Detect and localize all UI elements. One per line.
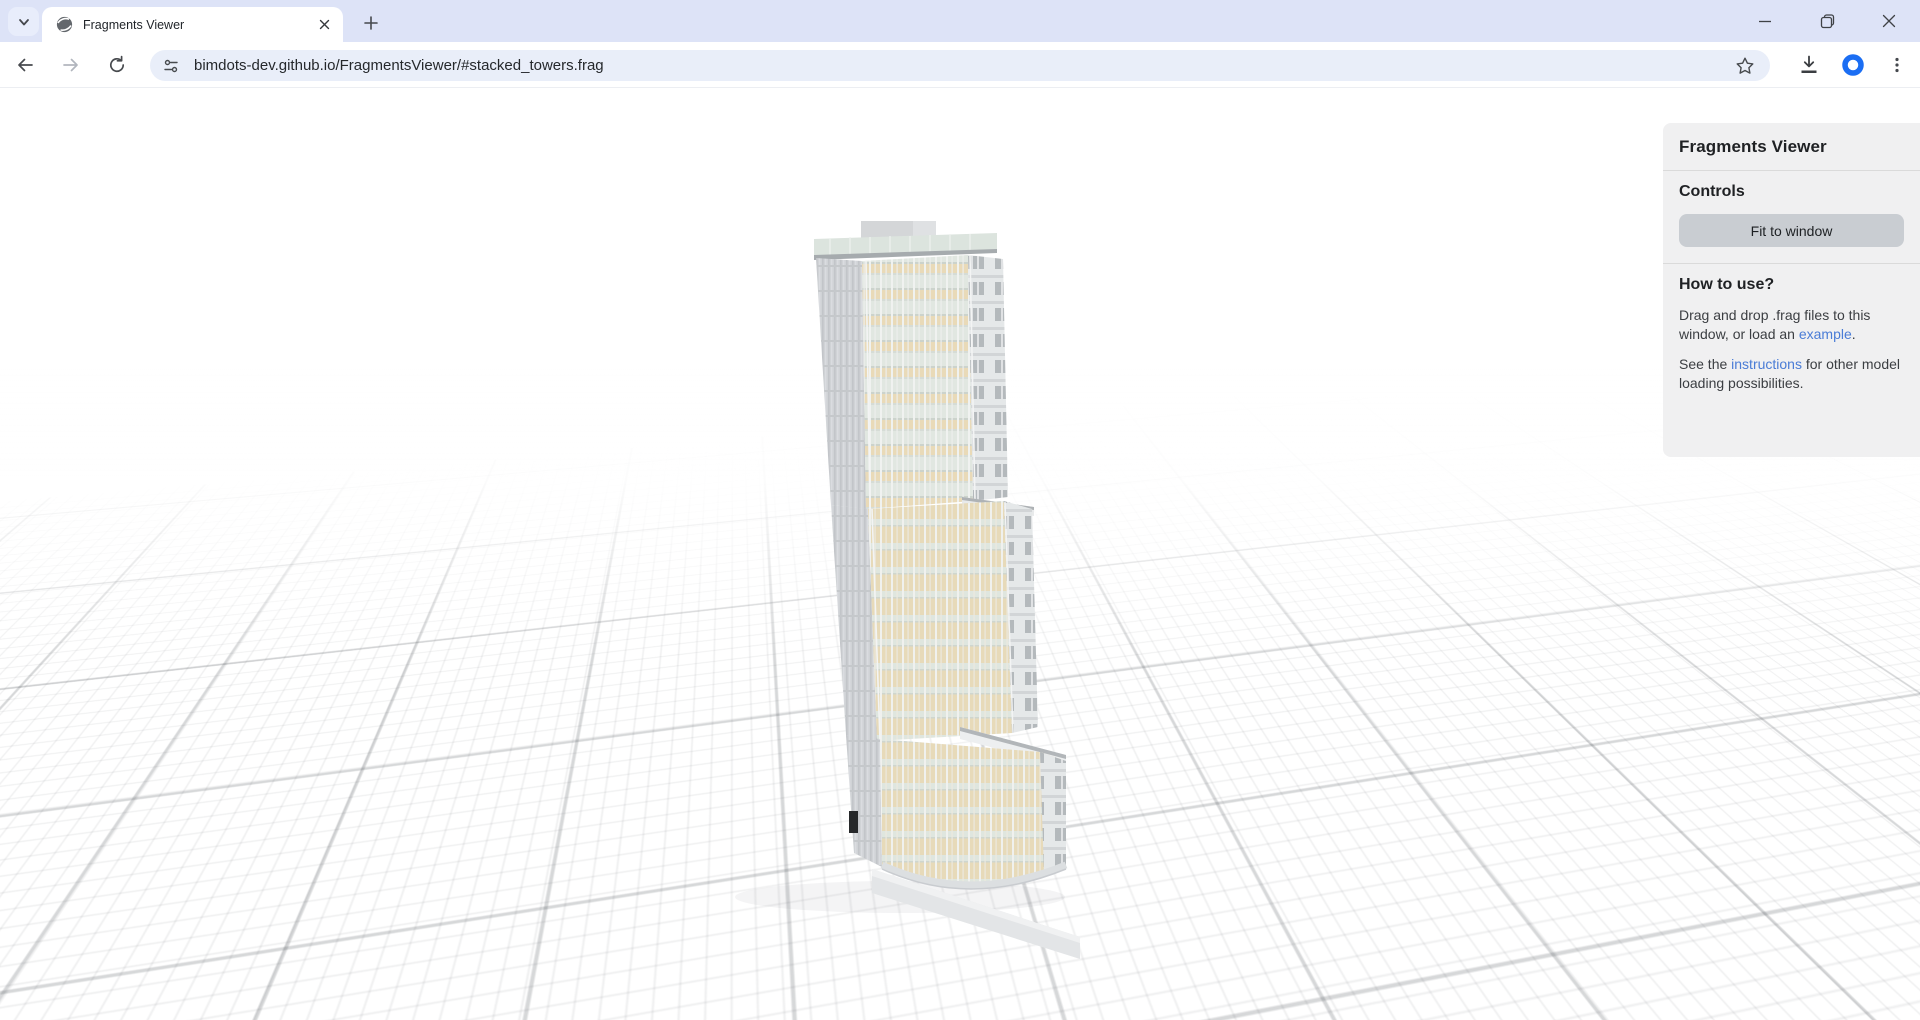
- divider: [1663, 170, 1920, 171]
- profile-button[interactable]: [1838, 50, 1868, 80]
- minimize-button[interactable]: [1734, 0, 1796, 42]
- browser-window: Fragments Viewer: [0, 0, 1920, 1020]
- back-arrow-icon: [15, 55, 35, 75]
- menu-button[interactable]: [1882, 50, 1912, 80]
- building-model: [690, 200, 1110, 970]
- restore-button[interactable]: [1796, 0, 1858, 42]
- plus-icon: [364, 16, 378, 30]
- forward-button[interactable]: [56, 50, 86, 80]
- how-to-use-heading: How to use?: [1679, 276, 1904, 294]
- close-icon: [319, 19, 330, 30]
- omnibox[interactable]: bimdots-dev.github.io/FragmentsViewer/#s…: [150, 50, 1770, 81]
- help-paragraph-2: See the instructions for other model loa…: [1679, 355, 1904, 392]
- tab-search-button[interactable]: [8, 7, 39, 36]
- globe-favicon: [56, 16, 73, 33]
- window-close-button[interactable]: [1858, 0, 1920, 42]
- tab-title: Fragments Viewer: [83, 18, 315, 32]
- controls-heading: Controls: [1679, 183, 1904, 201]
- viewer-canvas[interactable]: Fragments Viewer Controls Fit to window …: [0, 88, 1920, 1020]
- tab-fragments-viewer[interactable]: Fragments Viewer: [42, 7, 343, 42]
- bookmark-star-button[interactable]: [1730, 51, 1760, 81]
- profile-ring-icon: [1841, 53, 1865, 77]
- url-text: bimdots-dev.github.io/FragmentsViewer/#s…: [194, 57, 1730, 74]
- kebab-menu-icon: [1888, 56, 1906, 74]
- help-text: See the: [1679, 356, 1731, 372]
- panel-title: Fragments Viewer: [1679, 137, 1904, 157]
- tab-close-button[interactable]: [315, 16, 333, 34]
- example-link[interactable]: example: [1799, 326, 1852, 342]
- instructions-link[interactable]: instructions: [1731, 356, 1802, 372]
- restore-icon: [1820, 14, 1835, 29]
- fragments-viewer-panel: Fragments Viewer Controls Fit to window …: [1663, 123, 1920, 457]
- download-button[interactable]: [1794, 50, 1824, 80]
- toolbar-actions: [1794, 50, 1912, 80]
- reload-button[interactable]: [102, 50, 132, 80]
- forward-arrow-icon: [61, 55, 81, 75]
- window-close-icon: [1882, 14, 1896, 28]
- fit-to-window-button[interactable]: Fit to window: [1679, 214, 1904, 247]
- help-paragraph-1: Drag and drop .frag files to this window…: [1679, 306, 1904, 343]
- window-controls: [1734, 0, 1920, 42]
- help-text: .: [1852, 326, 1856, 342]
- minimize-icon: [1758, 14, 1772, 28]
- download-icon: [1798, 54, 1820, 76]
- reload-icon: [107, 55, 127, 75]
- tab-search-chevron-icon: [17, 15, 31, 29]
- tab-strip: Fragments Viewer: [0, 0, 1920, 42]
- site-info-icon[interactable]: [162, 57, 180, 75]
- bookmark-star-icon: [1735, 56, 1755, 76]
- back-button[interactable]: [10, 50, 40, 80]
- divider: [1663, 263, 1920, 264]
- new-tab-button[interactable]: [357, 9, 385, 37]
